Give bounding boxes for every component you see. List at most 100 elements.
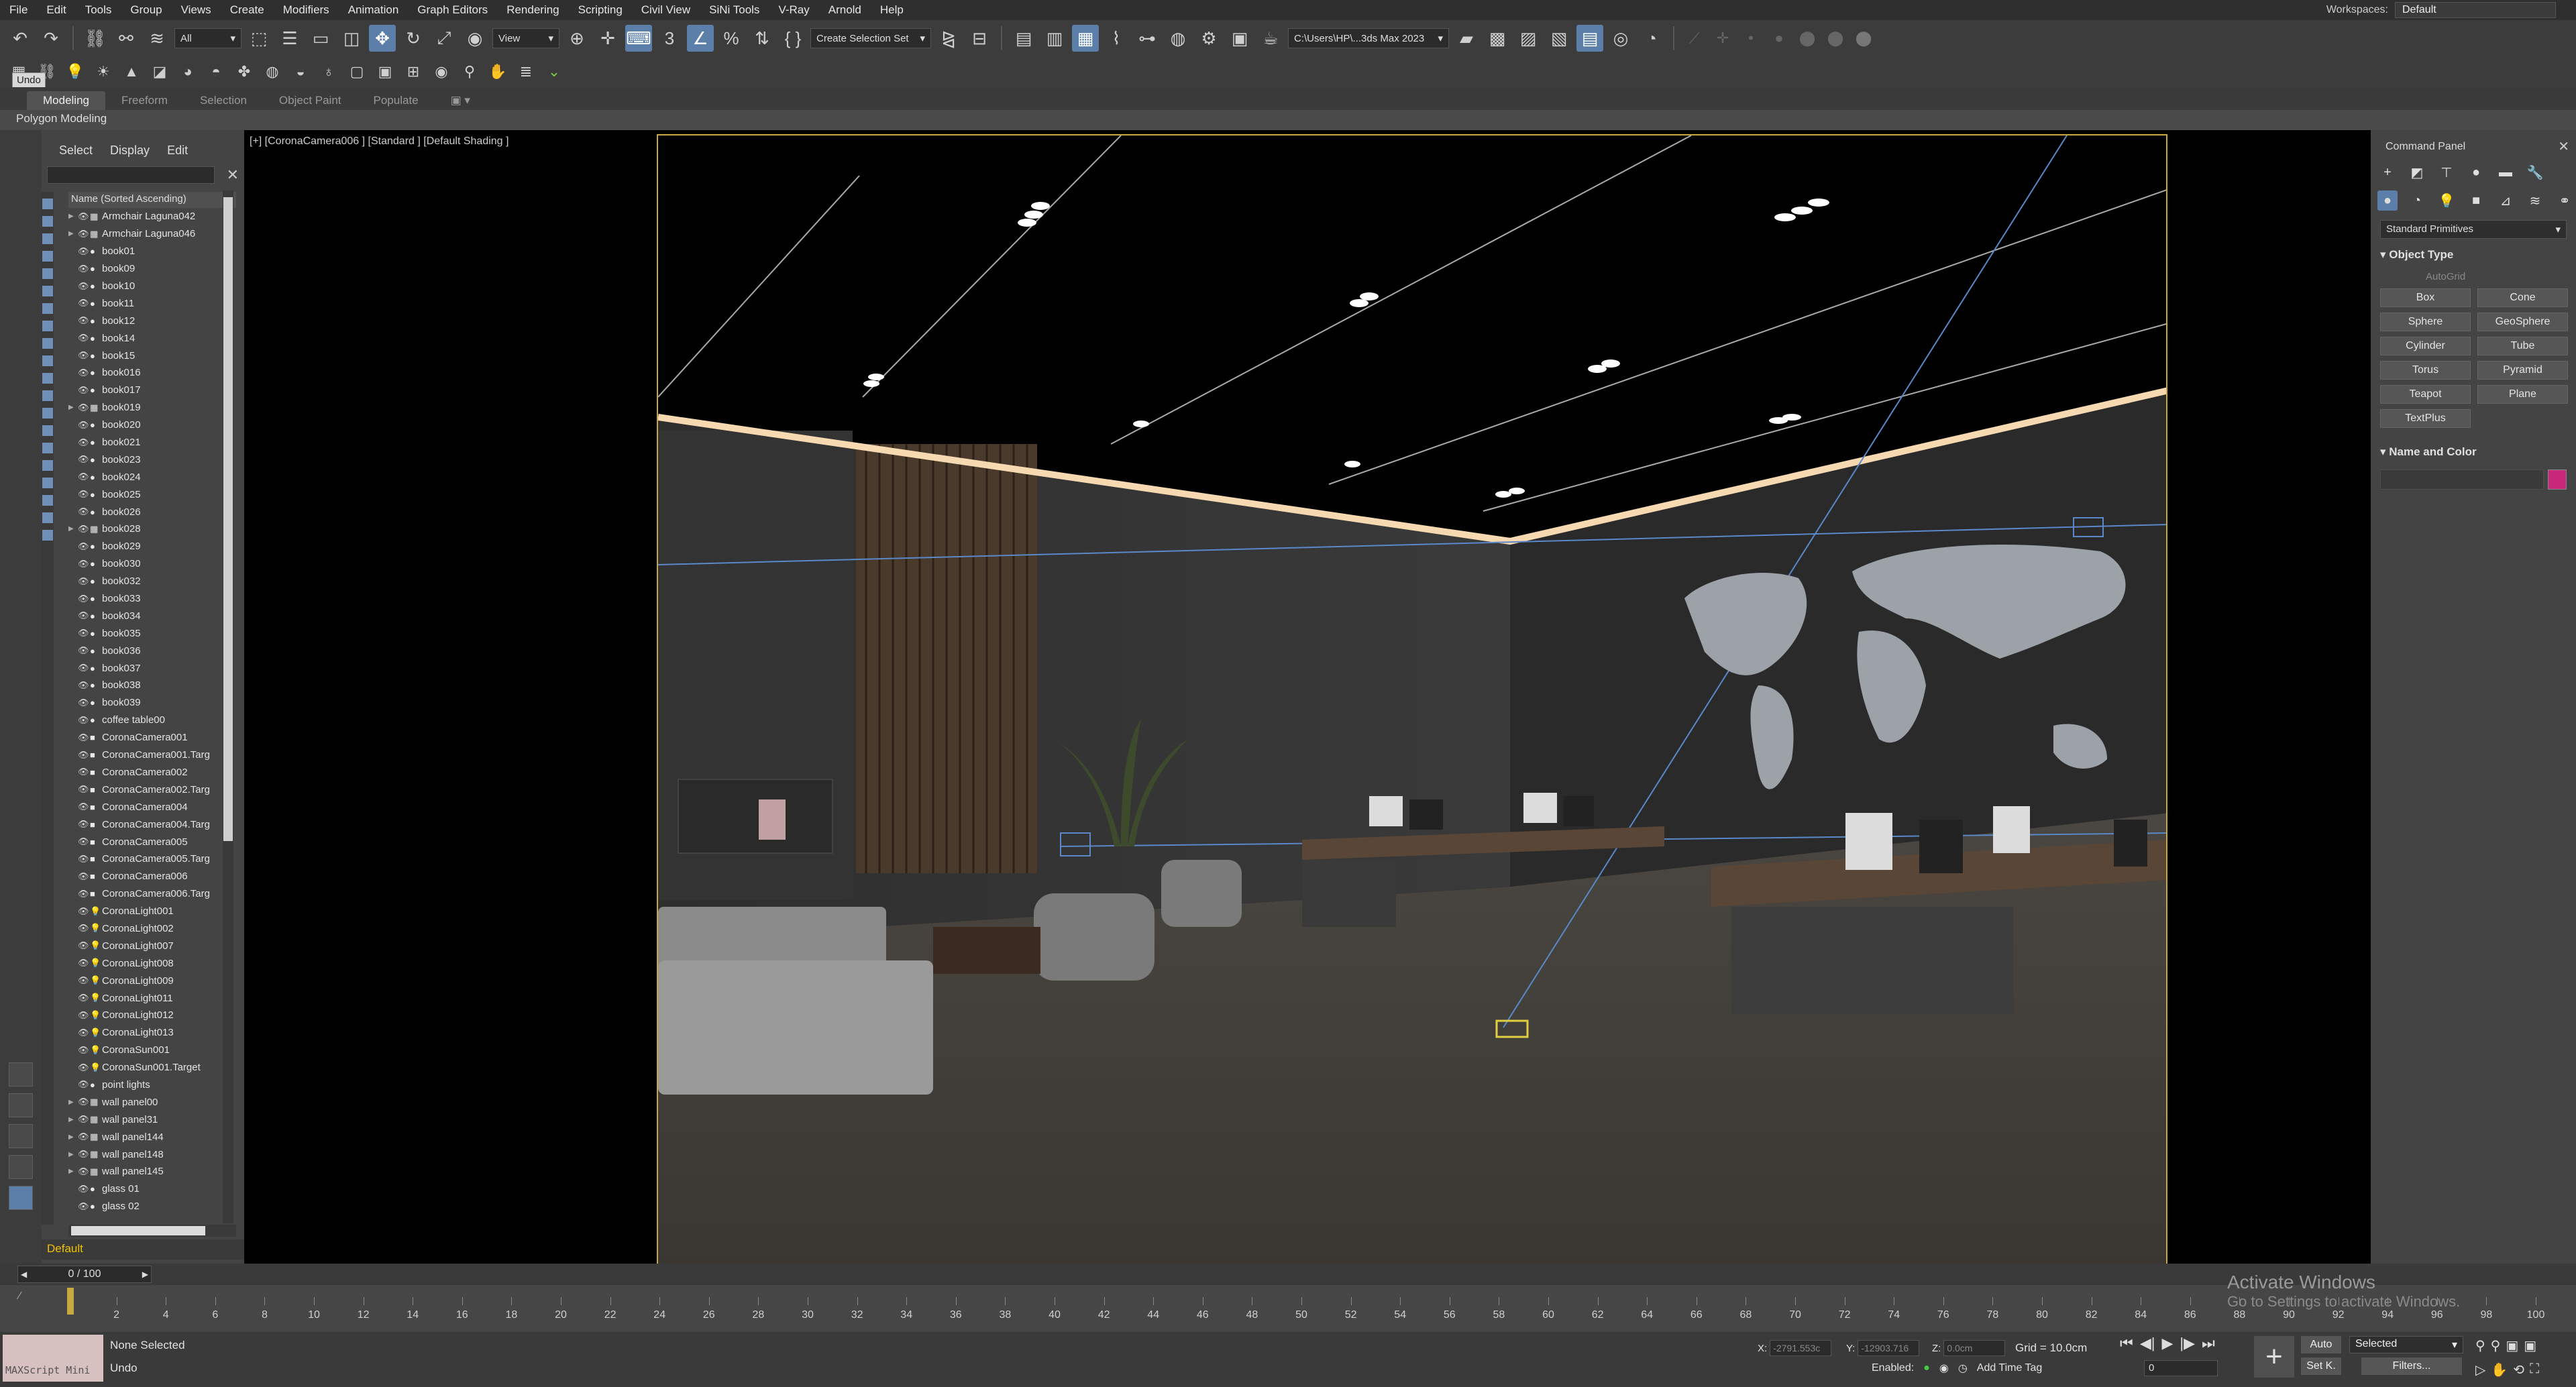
edit-named-selection-icon[interactable]: { } xyxy=(780,25,806,52)
cameras-icon[interactable]: ■ xyxy=(2466,190,2486,211)
expand-icon[interactable]: ▶ xyxy=(68,1099,78,1106)
scene-list-item[interactable]: 👁 ■ CoronaCamera001.Targ xyxy=(68,746,236,764)
keyboard-shortcut-override-icon[interactable]: ⌨ xyxy=(625,25,652,52)
visibility-eye-icon[interactable]: 👁 xyxy=(78,559,90,569)
ribbon-tab-freeform[interactable]: Freeform xyxy=(105,91,184,110)
scene-filter-icon[interactable] xyxy=(42,425,53,436)
selection-set-dropdown[interactable]: Create Selection Set ▾ xyxy=(810,28,931,48)
menu-animation[interactable]: Animation xyxy=(339,3,409,17)
layout-1-icon[interactable] xyxy=(9,1062,33,1087)
primitive-cone-button[interactable]: Cone xyxy=(2477,288,2568,307)
scene-list-item[interactable]: 👁 💡 CoronaLight009 xyxy=(68,972,236,989)
primitive-teapot-button[interactable]: Teapot xyxy=(2380,385,2471,404)
key-filters-button[interactable]: Filters... xyxy=(2361,1357,2462,1375)
maxscript-listener[interactable]: MAXScript Mini xyxy=(3,1335,103,1382)
corona-fb-icon[interactable]: ◎ xyxy=(1607,25,1634,52)
scene-explorer-toggle-icon[interactable]: ▤ xyxy=(1010,25,1037,52)
visibility-eye-icon[interactable]: 👁 xyxy=(78,454,90,465)
scene-list-item[interactable]: 👁 ■ CoronaCamera004 xyxy=(68,798,236,816)
mirror-icon[interactable]: ⧎ xyxy=(935,25,962,52)
visibility-eye-icon[interactable]: 👁 xyxy=(78,628,90,639)
primitive-torus-button[interactable]: Torus xyxy=(2380,361,2471,380)
scene-column-header[interactable]: Name (Sorted Ascending) xyxy=(68,192,236,208)
expand-icon[interactable]: ▶ xyxy=(68,1133,78,1141)
menu-views[interactable]: Views xyxy=(172,3,221,17)
scrollbar-thumb[interactable] xyxy=(223,197,233,841)
play-icon[interactable]: ▶ xyxy=(2161,1335,2173,1352)
visibility-eye-icon[interactable]: 👁 xyxy=(78,471,90,482)
visibility-eye-icon[interactable]: 👁 xyxy=(78,1045,90,1056)
lights-icon[interactable]: 💡 xyxy=(2436,190,2457,211)
helpers-icon[interactable]: ⊿ xyxy=(2496,190,2516,211)
motion-tab-icon[interactable]: ● xyxy=(2466,162,2486,182)
display-tab-icon[interactable]: ▬ xyxy=(2496,162,2516,182)
scene-filter-icon[interactable] xyxy=(42,268,53,279)
scene-list-item[interactable]: 👁 ● coffee table00 xyxy=(68,712,236,729)
add-time-tag-button[interactable]: Add Time Tag xyxy=(1977,1362,2043,1374)
menu-sini-tools[interactable]: SiNi Tools xyxy=(700,3,769,17)
current-layer[interactable]: Default xyxy=(42,1239,244,1260)
corona-grid-icon[interactable]: ⊞ xyxy=(401,60,425,84)
sun-icon[interactable]: ☀ xyxy=(91,60,115,84)
track-bar-icon[interactable]: ⁄ xyxy=(19,1290,21,1302)
visibility-eye-icon[interactable]: 👁 xyxy=(78,402,90,413)
scene-list-item[interactable]: 👁 ● book032 xyxy=(68,573,236,590)
scene-filter-icon[interactable] xyxy=(42,443,53,453)
scene-list-item[interactable]: 👁 💡 CoronaSun001 xyxy=(68,1042,236,1059)
spinner-snap-icon[interactable]: ⇅ xyxy=(749,25,775,52)
visibility-eye-icon[interactable]: 👁 xyxy=(78,246,90,257)
menu-edit[interactable]: Edit xyxy=(37,3,75,17)
percent-snap-icon[interactable]: % xyxy=(718,25,745,52)
visibility-eye-icon[interactable]: 👁 xyxy=(78,1131,90,1142)
material-editor-icon[interactable]: ◍ xyxy=(1165,25,1191,52)
corona-proxy-icon[interactable]: ◪ xyxy=(148,60,172,84)
chevron-right-icon[interactable]: ▶ xyxy=(142,1270,148,1279)
ref-coord-dropdown[interactable]: View ▾ xyxy=(492,28,559,48)
corona-eye-icon[interactable]: ◉ xyxy=(429,60,453,84)
scene-list-item[interactable]: ▶ 👁 ▦ book019 xyxy=(68,399,236,417)
visibility-eye-icon[interactable]: 👁 xyxy=(78,524,90,535)
primitive-cylinder-button[interactable]: Cylinder xyxy=(2380,337,2471,355)
ribbon-tab-selection[interactable]: Selection xyxy=(184,91,263,110)
visibility-eye-icon[interactable]: 👁 xyxy=(78,750,90,761)
scene-list-item[interactable]: 👁 ● book10 xyxy=(68,278,236,295)
perspective-viewport[interactable]: [+] [CoronaCamera006 ] [Standard ] [Defa… xyxy=(244,130,2371,1266)
scrollbar-thumb[interactable] xyxy=(71,1226,205,1235)
scene-list-item[interactable]: 👁 ● glass 01 xyxy=(68,1180,236,1198)
scene-list-item[interactable]: 👁 ● book09 xyxy=(68,260,236,278)
disabled-tool-icon[interactable]: • xyxy=(1739,26,1763,50)
autogrid-checkbox[interactable]: AutoGrid xyxy=(2426,271,2465,282)
set-key-button[interactable]: Set K. xyxy=(2301,1357,2341,1375)
pivot-center-icon[interactable]: ⊕ xyxy=(564,25,590,52)
primitive-box-button[interactable]: Box xyxy=(2380,288,2471,307)
redo-icon[interactable]: ↷ xyxy=(38,25,64,52)
disabled-tool-icon[interactable]: ⬤ xyxy=(1795,26,1819,50)
scene-list-item[interactable]: 👁 ● book14 xyxy=(68,329,236,347)
current-frame-spinner[interactable]: 0 xyxy=(2144,1360,2218,1376)
scene-list-item[interactable]: 👁 💡 CoronaLight001 xyxy=(68,903,236,920)
visibility-eye-icon[interactable]: 👁 xyxy=(78,420,90,431)
layer-explorer-icon[interactable]: ▥ xyxy=(1041,25,1068,52)
scene-tab-display[interactable]: Display xyxy=(105,144,155,158)
menu-scripting[interactable]: Scripting xyxy=(569,3,632,17)
scene-list-item[interactable]: 👁 ● book15 xyxy=(68,347,236,364)
visibility-eye-icon[interactable]: 👁 xyxy=(78,1149,90,1160)
scene-list-item[interactable]: 👁 ● book016 xyxy=(68,364,236,382)
object-type-rollout[interactable]: ▾ Object Type xyxy=(2380,248,2569,262)
key-filter-dropdown[interactable]: Selected ▾ xyxy=(2349,1336,2463,1353)
menu-arnold[interactable]: Arnold xyxy=(819,3,871,17)
visibility-eye-icon[interactable]: 👁 xyxy=(78,281,90,292)
corona-tool-icon[interactable]: ⚲ xyxy=(458,60,482,84)
x-field[interactable]: -2791.553c xyxy=(1770,1340,1832,1356)
vray-render-icon[interactable]: ▨ xyxy=(1515,25,1542,52)
create-tab-icon[interactable]: + xyxy=(2377,162,2398,182)
close-icon[interactable]: ✕ xyxy=(2558,138,2569,155)
ribbon-tab-object-paint[interactable]: Object Paint xyxy=(263,91,358,110)
cone-light-icon[interactable]: ▲ xyxy=(119,60,144,84)
scene-filter-icon[interactable] xyxy=(42,495,53,506)
workspace-dropdown[interactable]: Default xyxy=(2395,2,2556,18)
visibility-eye-icon[interactable]: 👁 xyxy=(78,958,90,968)
visibility-eye-icon[interactable]: 👁 xyxy=(78,923,90,934)
orbit-icon[interactable]: ⟲ xyxy=(2513,1362,2524,1378)
visibility-eye-icon[interactable]: 👁 xyxy=(78,1166,90,1177)
